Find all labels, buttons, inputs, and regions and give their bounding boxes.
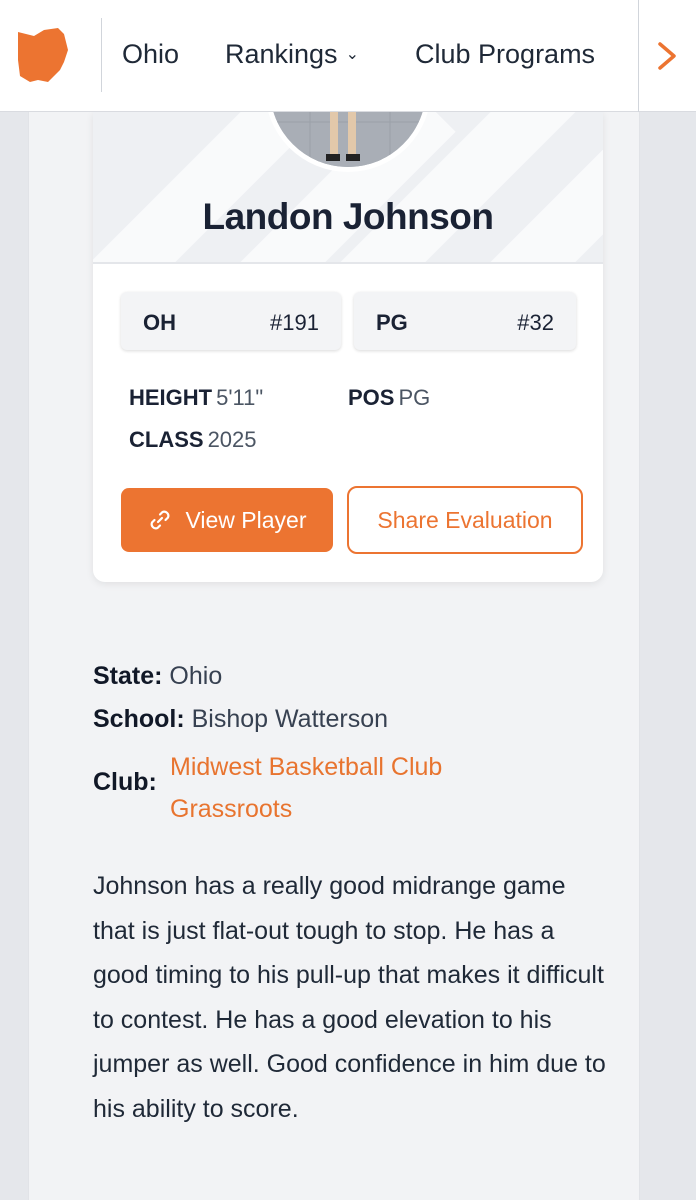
stat-position-label: POS — [348, 385, 395, 410]
stat-class-label: CLASS — [129, 427, 204, 452]
chevron-down-icon: ⌄ — [345, 46, 359, 63]
info-state-value: Ohio — [169, 662, 223, 690]
info-state-label: State: — [93, 662, 163, 690]
info-state: State: Ohio — [93, 661, 222, 691]
share-evaluation-button[interactable]: Share Evaluation — [347, 486, 583, 554]
stat-position-value: PG — [398, 385, 431, 410]
evaluation-text: Johnson has a really good midrange game … — [93, 872, 606, 1123]
ranking-position-value: #32 — [517, 310, 554, 335]
info-club: Club: — [93, 767, 157, 797]
nav-divider-right — [638, 0, 639, 112]
view-player-label: View Player — [185, 506, 307, 533]
top-navigation: Ohio Rankings ⌄ Club Programs — [0, 0, 696, 112]
info-school-label: School: — [93, 705, 185, 733]
ohio-state-shape-icon[interactable] — [14, 26, 72, 84]
nav-item-ohio[interactable]: Ohio — [122, 38, 179, 70]
ranking-state-badge: OH #191 — [121, 292, 341, 350]
info-club-label: Club: — [93, 768, 157, 796]
stat-height-value: 5'11" — [216, 385, 264, 410]
stat-position: POS PG — [348, 385, 430, 411]
ranking-position-badge: PG #32 — [354, 292, 576, 350]
club-link[interactable]: Midwest Basketball Club Grassroots — [170, 746, 570, 830]
stat-height-label: HEIGHT — [129, 385, 213, 410]
nav-item-rankings-label: Rankings — [225, 39, 338, 69]
ranking-state-label: OH — [143, 310, 176, 335]
ranking-position-label: PG — [376, 310, 408, 335]
ranking-state-value: #191 — [270, 310, 319, 335]
info-school-value: Bishop Watterson — [191, 705, 389, 733]
link-icon — [151, 510, 170, 530]
info-school: School: Bishop Watterson — [93, 704, 388, 734]
chevron-right-icon[interactable] — [652, 34, 682, 78]
view-player-button[interactable]: View Player — [121, 488, 333, 552]
player-name: Landon Johnson — [202, 196, 494, 237]
nav-item-club-programs[interactable]: Club Programs — [415, 38, 595, 70]
stat-height: HEIGHT 5'11" — [129, 385, 263, 411]
nav-divider — [101, 18, 102, 92]
nav-item-rankings[interactable]: Rankings ⌄ — [225, 38, 359, 71]
card-header: Landon Johnson — [93, 112, 603, 264]
stat-class: CLASS 2025 — [129, 427, 257, 453]
stat-class-value: 2025 — [207, 427, 257, 452]
player-card: Landon Johnson OH #191 PG #32 HEIGHT 5'11… — [93, 112, 603, 582]
